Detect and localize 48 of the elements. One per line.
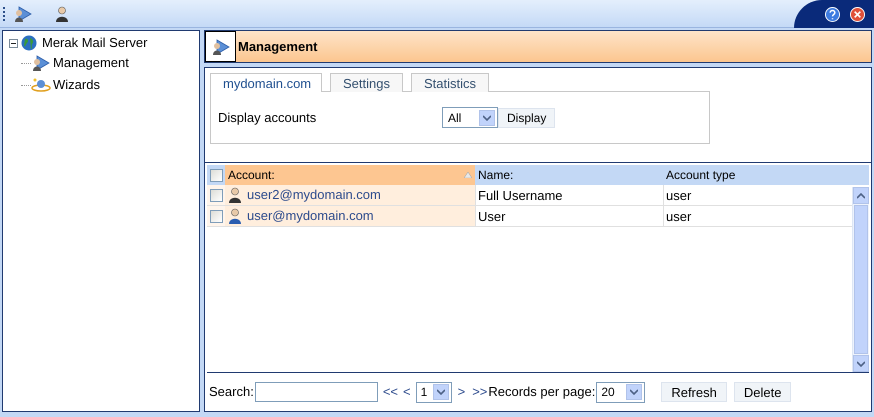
first-page-link[interactable]: <<: [382, 382, 398, 402]
page-select[interactable]: 1: [416, 382, 452, 402]
last-page-link[interactable]: >>: [472, 382, 488, 402]
display-accounts-label: Display accounts: [218, 108, 318, 127]
next-page-link[interactable]: >: [458, 382, 466, 402]
management-icon: [210, 38, 230, 56]
management-icon: [31, 54, 51, 72]
wizard-icon: [31, 77, 51, 93]
tree-item[interactable]: Merak Mail Server: [42, 33, 148, 53]
globe-icon: [21, 35, 37, 51]
tree-item[interactable]: Management: [53, 53, 129, 73]
column-header[interactable]: Account type: [663, 165, 869, 185]
management-icon: [13, 4, 33, 22]
action-button[interactable]: Delete: [734, 382, 792, 402]
previous-page-link[interactable]: <: [403, 382, 411, 402]
section-title: Management: [238, 38, 318, 56]
user-icon: [228, 208, 242, 224]
user-toolbar-button[interactable]: [55, 6, 69, 22]
tab[interactable]: Statistics: [410, 73, 489, 92]
records-per-page-select[interactable]: 20: [596, 382, 646, 402]
checkbox[interactable]: [210, 168, 222, 182]
search-label: Search:: [209, 383, 254, 402]
action-button[interactable]: Refresh: [661, 382, 727, 402]
person-icon: [55, 6, 69, 22]
user-icon: [228, 187, 242, 203]
collapse-icon[interactable]: [9, 38, 18, 48]
tree-item[interactable]: Wizards: [53, 75, 100, 95]
table-cell: Full Username: [475, 185, 663, 205]
account-filter-select[interactable]: All: [442, 107, 498, 128]
tab[interactable]: Settings: [330, 73, 403, 92]
checkbox[interactable]: [210, 188, 222, 202]
close-icon[interactable]: [850, 6, 865, 22]
search-field[interactable]: [254, 382, 378, 402]
tab[interactable]: mydomain.com: [210, 73, 322, 92]
display-button[interactable]: Display: [498, 108, 556, 128]
checkbox[interactable]: [210, 210, 222, 222]
help-icon[interactable]: [825, 6, 840, 22]
scroll-up-icon[interactable]: [857, 192, 865, 198]
scroll-down-icon[interactable]: [857, 360, 865, 366]
table-cell: User: [475, 206, 663, 226]
management-toolbar-button[interactable]: [13, 4, 33, 22]
table-cell: user: [663, 185, 852, 205]
column-header[interactable]: Name:: [475, 165, 663, 185]
column-header[interactable]: Account:: [225, 165, 475, 185]
scrollbar[interactable]: [852, 187, 869, 372]
table-cell: user: [663, 206, 852, 226]
records-per-page-label: Records per page:: [488, 383, 596, 402]
sort-icon: [464, 172, 472, 178]
